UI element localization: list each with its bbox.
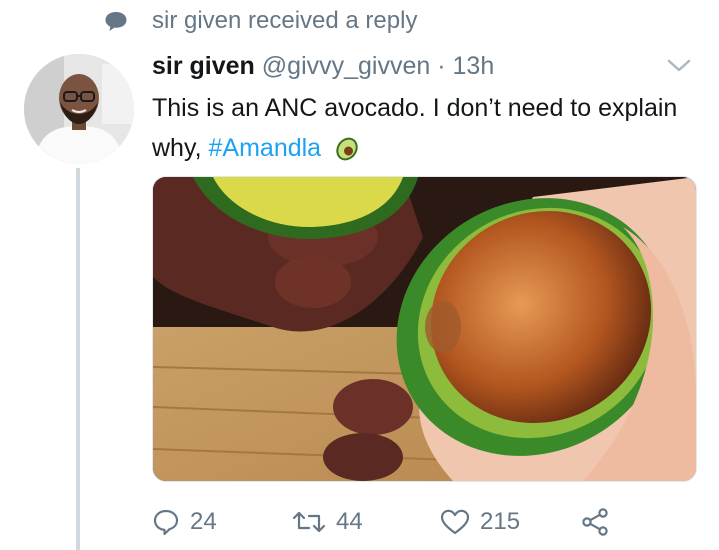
like-count: 215 bbox=[480, 508, 521, 535]
reply-bubble-icon bbox=[105, 12, 127, 31]
tweet-time[interactable]: 13h bbox=[453, 52, 495, 80]
share-action[interactable] bbox=[580, 502, 620, 542]
avatar-photo bbox=[24, 54, 134, 164]
author-name[interactable]: sir given bbox=[152, 52, 255, 80]
share-icon bbox=[582, 508, 608, 536]
hashtag-link[interactable]: #Amandla bbox=[209, 134, 322, 162]
reply-action[interactable]: 24 bbox=[152, 502, 217, 542]
retweet-action[interactable]: 44 bbox=[292, 502, 363, 542]
reply-count: 24 bbox=[190, 508, 217, 535]
avocado-photo bbox=[153, 177, 696, 481]
avatar[interactable] bbox=[24, 54, 134, 164]
thread-line bbox=[76, 168, 80, 550]
meta-separator: · bbox=[437, 52, 446, 80]
tweet-media[interactable] bbox=[152, 176, 697, 482]
chevron-down-icon[interactable] bbox=[664, 56, 694, 76]
reply-icon bbox=[153, 509, 179, 536]
tweet-text: This is an ANC avocado. I don’t need to … bbox=[152, 88, 692, 168]
like-action[interactable]: 215 bbox=[440, 502, 520, 542]
tweet-header: sir given @givvy_givven · 13h bbox=[152, 52, 494, 86]
reply-context-text: sir given received a reply bbox=[152, 7, 418, 34]
heart-icon bbox=[440, 509, 470, 535]
avocado-emoji-icon bbox=[336, 138, 358, 161]
tweet-actions: 24 44 215 bbox=[152, 502, 622, 542]
retweet-count: 44 bbox=[336, 508, 363, 535]
author-handle[interactable]: @givvy_givven bbox=[262, 52, 431, 80]
retweet-icon bbox=[292, 511, 326, 533]
